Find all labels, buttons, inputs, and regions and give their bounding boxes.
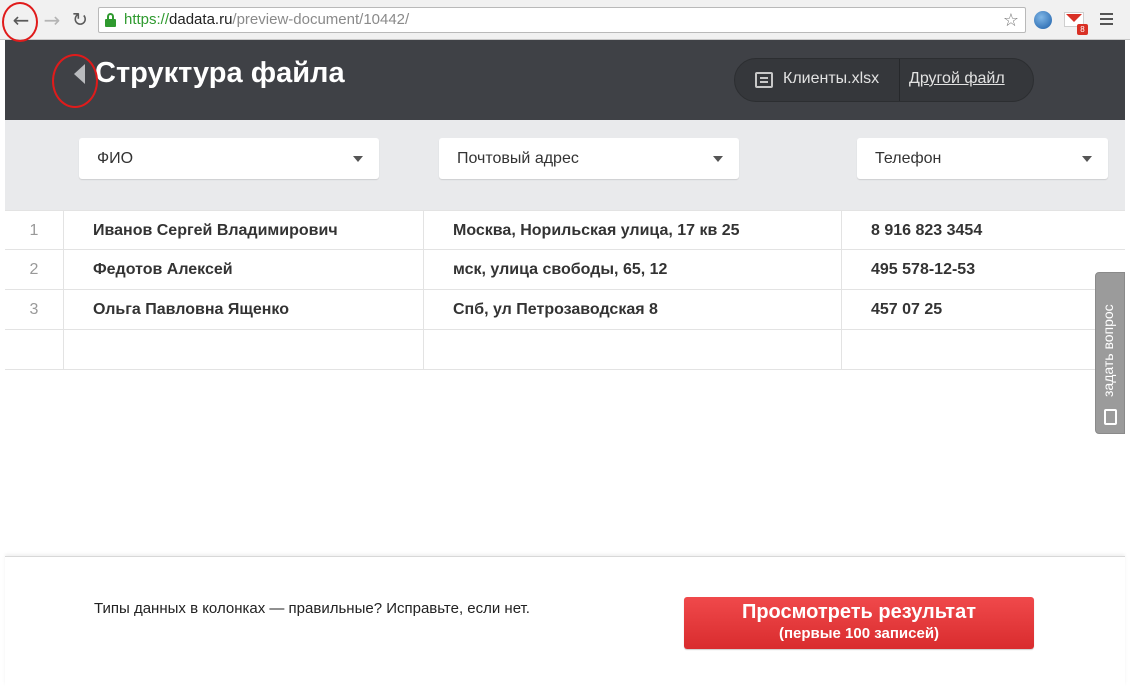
address-bar[interactable]: https://dadata.ru/preview-document/10442… bbox=[98, 7, 1026, 33]
column-type-select-2[interactable]: Почтовый адрес bbox=[439, 138, 739, 179]
reload-icon[interactable]: ↻ bbox=[68, 8, 92, 32]
footer-note: Типы данных в колонках — правильные? Исп… bbox=[94, 600, 530, 617]
button-label: Просмотреть результат bbox=[741, 601, 977, 623]
divider bbox=[899, 59, 900, 101]
select-label: Почтовый адрес bbox=[457, 150, 579, 167]
select-label: Телефон bbox=[875, 150, 942, 167]
table-row: 1 Иванов Сергей Владимирович Москва, Нор… bbox=[5, 210, 1125, 251]
table-cell: Москва, Норильская улица, 17 кв 25 bbox=[424, 211, 842, 251]
table-row bbox=[5, 330, 1125, 370]
table-cell: Федотов Алексей bbox=[64, 250, 424, 290]
column-type-select-1[interactable]: ФИО bbox=[79, 138, 379, 179]
footer-bar: Типы данных в колонках — правильные? Исп… bbox=[5, 556, 1125, 686]
table-cell bbox=[64, 330, 424, 370]
table-cell: Спб, ул Петрозаводская 8 bbox=[424, 290, 842, 330]
globe-icon[interactable] bbox=[1034, 11, 1052, 29]
feedback-icon bbox=[1104, 409, 1117, 425]
url-path: /preview-document/10442/ bbox=[232, 11, 410, 28]
document-icon bbox=[755, 72, 773, 88]
url-scheme: https:// bbox=[124, 11, 170, 28]
table-cell: Ольга Павловна Ященко bbox=[64, 290, 424, 330]
page-title: Структура файла bbox=[95, 57, 345, 89]
view-result-button[interactable]: Просмотреть результат (первые 100 записе… bbox=[684, 597, 1034, 649]
url-host: dadata.ru bbox=[169, 11, 233, 28]
other-file-link[interactable]: Другой файл bbox=[909, 70, 1005, 88]
menu-icon[interactable] bbox=[1100, 13, 1113, 25]
table-cell bbox=[842, 330, 1125, 370]
forward-icon[interactable]: → bbox=[40, 8, 64, 32]
chevron-down-icon bbox=[713, 156, 723, 162]
ask-question-tab[interactable]: задать вопрос bbox=[1095, 272, 1125, 434]
page-header: Структура файла Клиенты.xlsx Другой файл bbox=[5, 40, 1125, 120]
table-cell bbox=[424, 330, 842, 370]
row-number bbox=[5, 330, 64, 370]
row-number: 1 bbox=[5, 211, 64, 251]
lock-icon bbox=[105, 13, 116, 27]
gmail-badge: 8 bbox=[1077, 24, 1088, 35]
table-cell: 457 07 25 bbox=[871, 301, 943, 318]
table-row: 2 Федотов Алексей мск, улица свободы, 65… bbox=[5, 250, 1125, 290]
table-cell: мск, улица свободы, 65, 12 bbox=[424, 250, 842, 290]
back-arrow-icon[interactable] bbox=[74, 64, 85, 84]
chevron-down-icon bbox=[353, 156, 363, 162]
table-row: 3 Ольга Павловна Ященко Спб, ул Петрозав… bbox=[5, 290, 1125, 330]
url-text: https://dadata.ru/preview-document/10442… bbox=[124, 11, 409, 28]
preview-table: 1 Иванов Сергей Владимирович Москва, Нор… bbox=[5, 210, 1125, 370]
back-icon[interactable]: ← bbox=[9, 8, 33, 32]
row-number: 2 bbox=[5, 250, 64, 290]
browser-toolbar: ← → ↻ https://dadata.ru/preview-document… bbox=[0, 0, 1130, 40]
column-type-bar: ФИО Почтовый адрес Телефон bbox=[5, 120, 1125, 210]
file-name: Клиенты.xlsx bbox=[783, 70, 880, 87]
select-label: ФИО bbox=[97, 150, 134, 167]
button-sublabel: (первые 100 записей) bbox=[778, 625, 940, 642]
file-switcher: Клиенты.xlsx Другой файл bbox=[734, 58, 1034, 102]
table-cell: Иванов Сергей Владимирович bbox=[64, 211, 424, 251]
table-cell: 8 916 823 3454 bbox=[871, 222, 983, 239]
ask-question-label: задать вопрос bbox=[1100, 304, 1116, 397]
star-icon[interactable]: ☆ bbox=[1003, 10, 1019, 31]
table-cell: 495 578-12-53 bbox=[871, 261, 976, 278]
row-number: 3 bbox=[5, 290, 64, 330]
column-type-select-3[interactable]: Телефон bbox=[857, 138, 1108, 179]
chevron-down-icon bbox=[1082, 156, 1092, 162]
